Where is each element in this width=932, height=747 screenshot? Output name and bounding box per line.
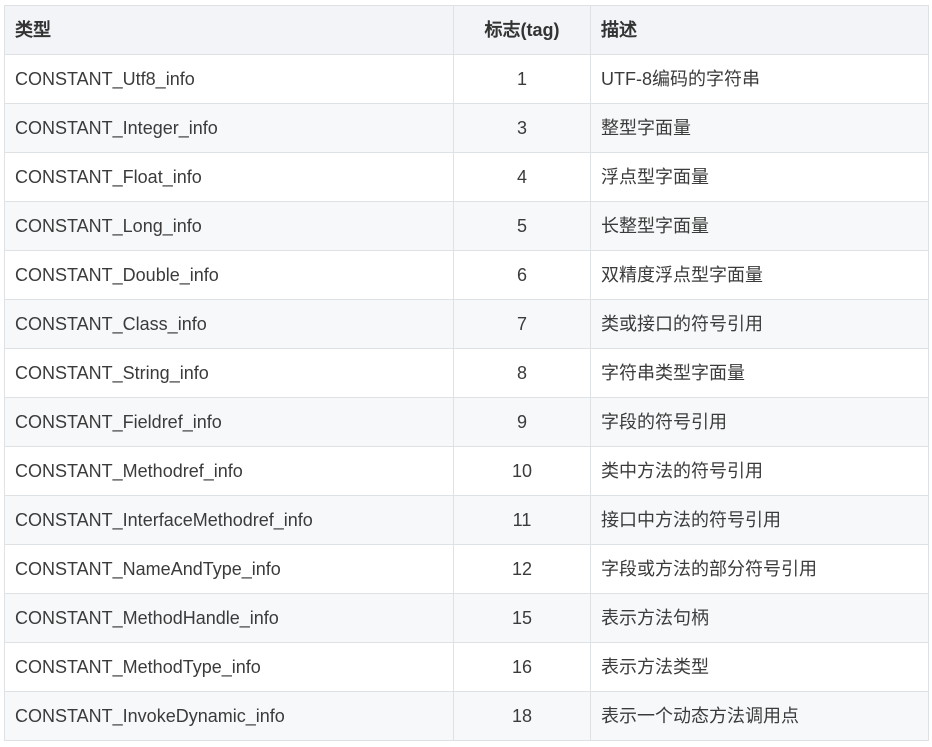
header-tag: 标志(tag) bbox=[453, 5, 591, 55]
table-row: CONSTANT_Utf8_info 1 UTF-8编码的字符串 bbox=[4, 54, 929, 104]
cell-type: CONSTANT_Utf8_info bbox=[4, 54, 454, 104]
table-row: CONSTANT_InterfaceMethodref_info 11 接口中方… bbox=[4, 495, 929, 545]
cell-type: CONSTANT_Methodref_info bbox=[4, 446, 454, 496]
table-row: CONSTANT_Integer_info 3 整型字面量 bbox=[4, 103, 929, 153]
cell-description: 字段的符号引用 bbox=[590, 397, 929, 447]
cell-description: 类或接口的符号引用 bbox=[590, 299, 929, 349]
cell-type: CONSTANT_Long_info bbox=[4, 201, 454, 251]
cell-description: 字符串类型字面量 bbox=[590, 348, 929, 398]
header-type: 类型 bbox=[4, 5, 454, 55]
cell-description: 双精度浮点型字面量 bbox=[590, 250, 929, 300]
cell-tag: 11 bbox=[453, 495, 591, 545]
cell-type: CONSTANT_Fieldref_info bbox=[4, 397, 454, 447]
cell-description: 浮点型字面量 bbox=[590, 152, 929, 202]
cell-description: 字段或方法的部分符号引用 bbox=[590, 544, 929, 594]
cell-tag: 15 bbox=[453, 593, 591, 643]
cell-type: CONSTANT_InterfaceMethodref_info bbox=[4, 495, 454, 545]
cell-type: CONSTANT_Class_info bbox=[4, 299, 454, 349]
cell-type: CONSTANT_InvokeDynamic_info bbox=[4, 691, 454, 741]
table-row: CONSTANT_MethodHandle_info 15 表示方法句柄 bbox=[4, 593, 929, 643]
table-row: CONSTANT_Double_info 6 双精度浮点型字面量 bbox=[4, 250, 929, 300]
table-row: CONSTANT_MethodType_info 16 表示方法类型 bbox=[4, 642, 929, 692]
table-row: CONSTANT_Methodref_info 10 类中方法的符号引用 bbox=[4, 446, 929, 496]
cell-tag: 5 bbox=[453, 201, 591, 251]
cell-tag: 12 bbox=[453, 544, 591, 594]
table-row: CONSTANT_Class_info 7 类或接口的符号引用 bbox=[4, 299, 929, 349]
cell-type: CONSTANT_MethodType_info bbox=[4, 642, 454, 692]
cell-tag: 8 bbox=[453, 348, 591, 398]
cell-type: CONSTANT_Double_info bbox=[4, 250, 454, 300]
cell-type: CONSTANT_Float_info bbox=[4, 152, 454, 202]
cell-description: UTF-8编码的字符串 bbox=[590, 54, 929, 104]
table-header: 类型 标志(tag) 描述 bbox=[4, 5, 929, 55]
header-description: 描述 bbox=[590, 5, 929, 55]
cell-tag: 6 bbox=[453, 250, 591, 300]
cell-tag: 4 bbox=[453, 152, 591, 202]
cell-tag: 18 bbox=[453, 691, 591, 741]
cell-description: 类中方法的符号引用 bbox=[590, 446, 929, 496]
table-row: CONSTANT_Long_info 5 长整型字面量 bbox=[4, 201, 929, 251]
cell-tag: 16 bbox=[453, 642, 591, 692]
cell-type: CONSTANT_String_info bbox=[4, 348, 454, 398]
cell-description: 接口中方法的符号引用 bbox=[590, 495, 929, 545]
cell-description: 表示方法类型 bbox=[590, 642, 929, 692]
cell-tag: 3 bbox=[453, 103, 591, 153]
cell-description: 表示一个动态方法调用点 bbox=[590, 691, 929, 741]
table-row: CONSTANT_Float_info 4 浮点型字面量 bbox=[4, 152, 929, 202]
cell-tag: 1 bbox=[453, 54, 591, 104]
cell-type: CONSTANT_NameAndType_info bbox=[4, 544, 454, 594]
table-row: CONSTANT_NameAndType_info 12 字段或方法的部分符号引… bbox=[4, 544, 929, 594]
constant-pool-table-container: 类型 标志(tag) 描述 CONSTANT_Utf8_info 1 UTF-8… bbox=[4, 5, 929, 741]
table-header-row: 类型 标志(tag) 描述 bbox=[4, 5, 929, 55]
cell-description: 表示方法句柄 bbox=[590, 593, 929, 643]
cell-tag: 7 bbox=[453, 299, 591, 349]
cell-type: CONSTANT_MethodHandle_info bbox=[4, 593, 454, 643]
cell-description: 长整型字面量 bbox=[590, 201, 929, 251]
table-row: CONSTANT_Fieldref_info 9 字段的符号引用 bbox=[4, 397, 929, 447]
cell-tag: 9 bbox=[453, 397, 591, 447]
cell-tag: 10 bbox=[453, 446, 591, 496]
cell-description: 整型字面量 bbox=[590, 103, 929, 153]
constant-pool-table: 类型 标志(tag) 描述 CONSTANT_Utf8_info 1 UTF-8… bbox=[4, 5, 929, 741]
cell-type: CONSTANT_Integer_info bbox=[4, 103, 454, 153]
table-row: CONSTANT_InvokeDynamic_info 18 表示一个动态方法调… bbox=[4, 691, 929, 741]
table-body: CONSTANT_Utf8_info 1 UTF-8编码的字符串 CONSTAN… bbox=[4, 54, 929, 741]
table-row: CONSTANT_String_info 8 字符串类型字面量 bbox=[4, 348, 929, 398]
